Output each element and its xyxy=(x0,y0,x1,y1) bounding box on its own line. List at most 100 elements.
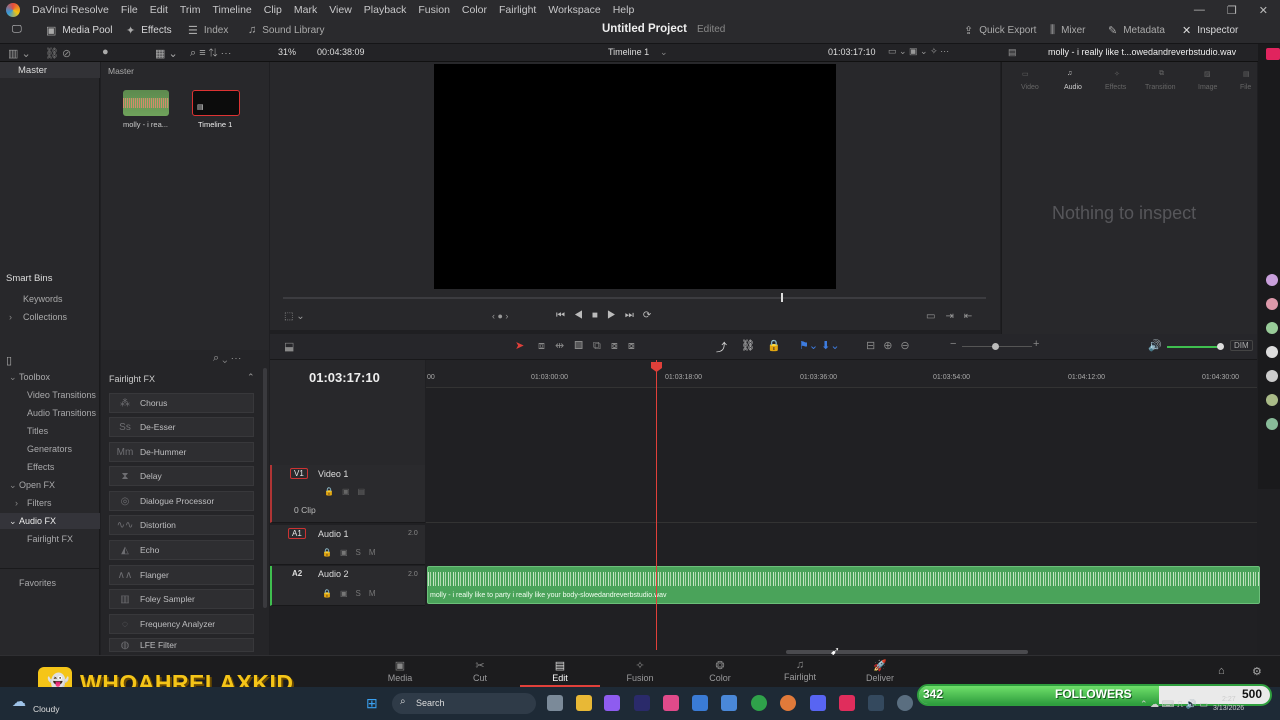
linked-selection-icon[interactable]: ⛓ xyxy=(741,339,755,352)
sound-library-button[interactable]: ♫ Sound Library xyxy=(248,24,325,36)
chevron-down-icon[interactable]: ⌄ xyxy=(9,480,17,491)
track-controls-icon[interactable]: 🔒▣SM xyxy=(322,548,384,557)
page-cut[interactable]: ✂ Cut xyxy=(450,659,510,683)
page-color[interactable]: ❂ Color xyxy=(690,659,750,683)
home-icon[interactable]: ⌂ xyxy=(1218,665,1225,677)
tray-icons[interactable]: ⌃ ☁ ⌨ ⎍ 🔊 ▭ xyxy=(1140,699,1208,710)
tab-file[interactable]: File xyxy=(1240,84,1251,91)
track-name-a1[interactable]: Audio 1 xyxy=(318,529,349,539)
menu-app[interactable]: DaVinci Resolve xyxy=(26,4,115,16)
tree-fairlight-fx[interactable]: Fairlight FX xyxy=(27,534,73,544)
viewer-zoom[interactable]: 31% xyxy=(278,47,296,57)
chevron-down-icon[interactable]: ⌄ xyxy=(9,372,17,383)
tab-transition[interactable]: Transition xyxy=(1145,84,1175,91)
panel-toggle-icon[interactable]: ▥ ⌄ xyxy=(8,47,31,60)
media-pool-button[interactable]: ▣ Media Pool xyxy=(46,24,112,37)
fx-de-esser[interactable]: Ss De-Esser xyxy=(109,417,254,437)
tree-effects[interactable]: Effects xyxy=(27,462,54,472)
fx-scrollbar[interactable] xyxy=(263,368,267,608)
index-button[interactable]: ☰ Index xyxy=(188,24,228,37)
store-icon[interactable] xyxy=(692,695,708,711)
page-fairlight[interactable]: ♫ Fairlight xyxy=(770,659,830,682)
metadata-button[interactable]: ✎ Metadata xyxy=(1108,24,1165,37)
zoom-tools-icon[interactable]: ⊟⊕⊖ xyxy=(866,339,918,352)
playhead[interactable] xyxy=(656,360,657,650)
firefox-icon[interactable] xyxy=(780,695,796,711)
dim-button[interactable]: DIM xyxy=(1230,340,1253,351)
fx-flanger[interactable]: ∧∧ Flanger xyxy=(109,565,254,585)
tab-video[interactable]: Video xyxy=(1021,84,1039,91)
page-media[interactable]: ▣ Media xyxy=(370,659,430,683)
track-name-a2[interactable]: Audio 2 xyxy=(318,569,349,579)
tree-toolbox[interactable]: Toolbox xyxy=(19,372,50,382)
menu-timeline[interactable]: Timeline xyxy=(206,4,257,16)
lock-icon[interactable]: 🔒 xyxy=(767,339,781,352)
fx-distortion[interactable]: ∿∿ Distortion xyxy=(109,515,254,535)
tab-audio[interactable]: Audio xyxy=(1064,84,1082,91)
track-tag-a1[interactable]: A1 xyxy=(288,528,306,539)
zoom-slider-handle[interactable] xyxy=(992,343,999,350)
menu-help[interactable]: Help xyxy=(607,4,641,16)
page-edit[interactable]: ▤ Edit xyxy=(530,659,590,683)
search-icon[interactable]: ⌕ ≡ ⇅ ⋯ xyxy=(190,47,232,60)
fx-lfe-filter[interactable]: ◍ LFE Filter xyxy=(109,638,254,652)
fx-chorus[interactable]: ⁂ Chorus xyxy=(109,393,254,413)
fx-frequency-analyzer[interactable]: ◌ Frequency Analyzer xyxy=(109,614,254,634)
close-icon[interactable]: ✕ xyxy=(1259,4,1268,17)
fx-de-hummer[interactable]: Mm De-Hummer xyxy=(109,442,254,462)
task-view-icon[interactable] xyxy=(547,695,563,711)
zoom-in-icon[interactable]: + xyxy=(1033,338,1039,350)
jog-icon[interactable]: ‹ ● › xyxy=(492,311,508,321)
audio-clip-a2[interactable]: molly - i really like to party i really … xyxy=(427,566,1260,604)
menu-mark[interactable]: Mark xyxy=(288,4,323,16)
transport-controls-icon[interactable]: ⏮◀■▶⏭⟳ xyxy=(556,310,660,321)
obs-icon[interactable] xyxy=(897,695,913,711)
fx-dialogue-processor[interactable]: ◎ Dialogue Processor xyxy=(109,491,254,511)
quick-export-button[interactable]: ⇪ Quick Export xyxy=(964,24,1036,37)
selection-tool-icon[interactable]: ➤ xyxy=(515,339,524,352)
copilot-icon[interactable] xyxy=(604,695,620,711)
smart-bin-collections[interactable]: Collections xyxy=(23,312,67,322)
scrubber-playhead[interactable] xyxy=(781,293,783,302)
tree-audio-fx[interactable]: Audio FX xyxy=(19,516,56,526)
track-tag-a2[interactable]: A2 xyxy=(292,569,302,578)
track-name-v1[interactable]: Video 1 xyxy=(318,469,348,479)
menu-playback[interactable]: Playback xyxy=(358,4,413,16)
bin-master[interactable]: Master xyxy=(18,65,47,76)
effects-button[interactable]: ✦ Effects xyxy=(126,24,172,37)
timeline-options-icon[interactable]: ⬓ xyxy=(284,340,294,353)
menu-edit[interactable]: Edit xyxy=(144,4,174,16)
link-icon[interactable]: ⛓ ⊘ xyxy=(45,47,71,60)
volume-slider[interactable] xyxy=(1167,346,1219,348)
maximize-icon[interactable]: ❐ xyxy=(1227,4,1237,17)
chrome-icon[interactable] xyxy=(751,695,767,711)
panel-layout-icon[interactable]: ▯ xyxy=(6,354,12,367)
fx-search-icon[interactable]: ⌕ ⌄ ⋯ xyxy=(213,352,241,365)
fx-foley-sampler[interactable]: ▥ Foley Sampler xyxy=(109,589,254,609)
viewer-options-icon[interactable]: ▭ ⌄ ▣ ⌄ ✧ ⋯ xyxy=(888,46,949,57)
menu-view[interactable]: View xyxy=(323,4,358,16)
instagram-icon[interactable] xyxy=(663,695,679,711)
fx-echo[interactable]: ◭ Echo xyxy=(109,540,254,560)
timeline-thumbnail[interactable]: ▤ xyxy=(192,90,240,116)
discord-icon[interactable] xyxy=(810,695,826,711)
slider-dot-icon[interactable]: ● xyxy=(102,46,109,58)
timeline-horizontal-scrollbar[interactable] xyxy=(786,650,1028,654)
menu-file[interactable]: File xyxy=(115,4,144,16)
tree-open-fx[interactable]: Open FX xyxy=(19,480,55,490)
tree-titles[interactable]: Titles xyxy=(27,426,48,436)
mixer-button[interactable]: ⫼ Mixer xyxy=(1050,24,1086,37)
edit-tools-icon[interactable]: ⧈⇹▤⧉⧇⧇ xyxy=(538,339,645,353)
menu-clip[interactable]: Clip xyxy=(258,4,288,16)
tab-effects[interactable]: Effects xyxy=(1105,84,1126,91)
davinci-taskbar-icon[interactable] xyxy=(868,695,884,711)
viewer-right-controls-icon[interactable]: ▭⇥⇤ xyxy=(926,311,982,322)
minimize-icon[interactable]: — xyxy=(1194,4,1205,17)
viewer-screen[interactable] xyxy=(434,64,836,289)
tiktok-icon[interactable] xyxy=(839,695,855,711)
menu-workspace[interactable]: Workspace xyxy=(542,4,606,16)
settings-gear-icon[interactable]: ⚙ xyxy=(1252,665,1262,678)
chevron-down-icon[interactable]: ⌄ xyxy=(9,516,17,527)
menu-trim[interactable]: Trim xyxy=(174,4,207,16)
tree-favorites[interactable]: Favorites xyxy=(19,578,56,588)
